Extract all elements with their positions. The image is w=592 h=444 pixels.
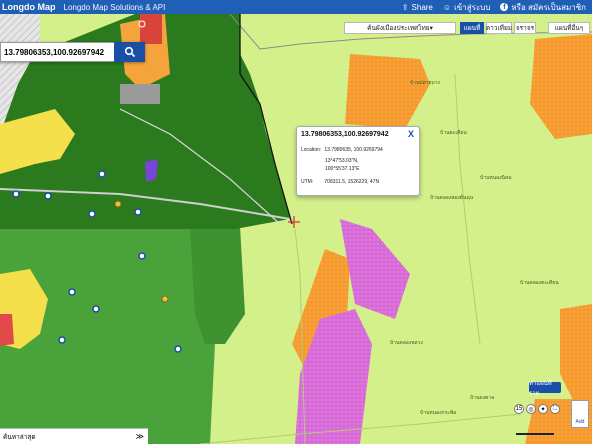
share-label: Share — [411, 2, 433, 12]
search-icon — [124, 46, 135, 58]
share-button[interactable]: ⇪ Share — [402, 3, 433, 12]
zone-town-red — [140, 14, 162, 44]
app-logo[interactable]: Longdo Map — [2, 2, 56, 12]
login-label: เข้าสู่ระบบ — [454, 2, 491, 12]
poi-marker[interactable] — [138, 20, 146, 28]
signup-label: หรือ สมัครเป็นสมาชิก — [511, 2, 586, 12]
scale-bar-line — [516, 433, 554, 435]
add-label: Add — [575, 419, 585, 425]
scale-bar — [516, 428, 566, 436]
facebook-icon: f — [500, 3, 509, 11]
top-bar-actions: ⇪ Share ☺ เข้าสู่ระบบ f หรือ สมัครเป็นสมาชิ… — [402, 1, 586, 14]
top-bar: Longdo Map Longdo Map Solutions & API ⇪ S… — [0, 0, 592, 14]
layer-control-button[interactable]: ทำแผนที่ราย — [529, 381, 561, 397]
layer-select-dropdown[interactable]: ค้นผังเมืองประเทศไทย ▾ — [344, 22, 456, 34]
poi-marker[interactable] — [88, 210, 96, 218]
poi-marker[interactable] — [58, 336, 66, 344]
poi-marker[interactable] — [161, 295, 169, 303]
recent-search-label: ค้นหาล่าสุด — [3, 433, 36, 441]
place-label: บ้านปลายบาง — [410, 79, 440, 86]
app-subtitle[interactable]: Longdo Map Solutions & API — [64, 3, 166, 12]
signup-button[interactable]: f หรือ สมัครเป็นสมาชิก — [500, 1, 586, 14]
zoom-level-icon[interactable]: 15 — [514, 404, 524, 414]
location-label: Location: — [301, 147, 322, 153]
chevron-down-icon: ▾ — [429, 25, 433, 32]
popup-title: 13.79806353,100.92697942 — [301, 131, 389, 138]
poi-marker[interactable] — [98, 170, 106, 178]
search-input[interactable] — [0, 42, 114, 62]
tab-traffic[interactable]: จราจร — [514, 22, 536, 34]
popup-utm-row: UTM: 708311.5, 1526229, 47N — [301, 179, 379, 185]
zone-red-small — [0, 314, 14, 346]
place-label: บ้านตะเคียน — [440, 129, 467, 136]
close-icon[interactable]: X — [408, 129, 414, 139]
map-control-group: 15 ◎ ✦ ⛶ — [514, 402, 560, 416]
tab-map[interactable]: แผนที่ — [460, 22, 484, 34]
poi-marker[interactable] — [134, 208, 142, 216]
user-icon: ☺ — [442, 2, 452, 12]
locate-icon[interactable]: ◎ — [526, 404, 536, 414]
coordinate-popup: 13.79806353,100.92697942 X Location: 13.… — [296, 126, 420, 196]
more-maps-label: แผนที่อื่นๆ — [554, 25, 584, 32]
more-maps-dropdown[interactable]: แผนที่อื่นๆ — [548, 22, 590, 34]
search-bar — [0, 42, 145, 62]
popup-location-row: Location: 13.7980635, 100.9269794 — [301, 147, 383, 153]
poi-marker[interactable] — [92, 305, 100, 313]
utm-value: 708311.5, 1526229, 47N — [324, 179, 380, 185]
popup-dms-lat: 13°47'53.03"N, — [325, 158, 359, 164]
place-label: บ้านหนองนิคม — [480, 174, 512, 181]
poi-marker[interactable] — [12, 190, 20, 198]
popup-dms-lon: 100°55'37.13"E — [325, 166, 360, 172]
poi-marker[interactable] — [138, 252, 146, 260]
poi-marker[interactable] — [44, 192, 52, 200]
utm-label: UTM: — [301, 179, 314, 185]
tab-theme-label: ดาวเทียม — [485, 25, 513, 32]
recent-search-bar[interactable]: ค้นหาล่าสุด ≫ — [0, 428, 148, 444]
place-label: บ้านดงตาล — [470, 394, 494, 401]
share-icon: ⇪ — [401, 2, 409, 12]
poi-marker[interactable] — [68, 288, 76, 296]
place-label: บ้านคลองสองต้นนุ่น — [430, 194, 474, 201]
place-label: บ้านหนองกระพ้อ — [420, 409, 456, 416]
poi-marker[interactable] — [114, 200, 122, 208]
location-value: 13.7980635, 100.9269794 — [324, 147, 383, 153]
tab-theme[interactable]: ดาวเทียม — [486, 22, 512, 34]
fullscreen-icon[interactable]: ⛶ — [550, 404, 560, 414]
compass-icon[interactable]: ✦ — [538, 404, 548, 414]
layer-select-label: ค้นผังเมืองประเทศไทย — [367, 25, 430, 32]
place-label: บ้านคลองตะเคียน — [520, 279, 559, 286]
add-button[interactable]: Add — [571, 400, 589, 428]
search-button[interactable] — [114, 42, 145, 62]
login-button[interactable]: ☺ เข้าสู่ระบบ — [443, 1, 491, 14]
place-label: บ้านคลองหลวง — [390, 339, 423, 346]
poi-marker[interactable] — [174, 345, 182, 353]
tab-map-label: แผนที่ — [463, 25, 481, 32]
map-canvas[interactable]: บ้านปลายบางบ้านตะเคียนบ้านหนองนิคมบ้านคล… — [0, 14, 592, 444]
tab-traffic-label: จราจร — [515, 25, 535, 32]
chevron-up-icon[interactable]: ≫ — [136, 432, 144, 441]
zone-town-grey — [120, 84, 160, 104]
